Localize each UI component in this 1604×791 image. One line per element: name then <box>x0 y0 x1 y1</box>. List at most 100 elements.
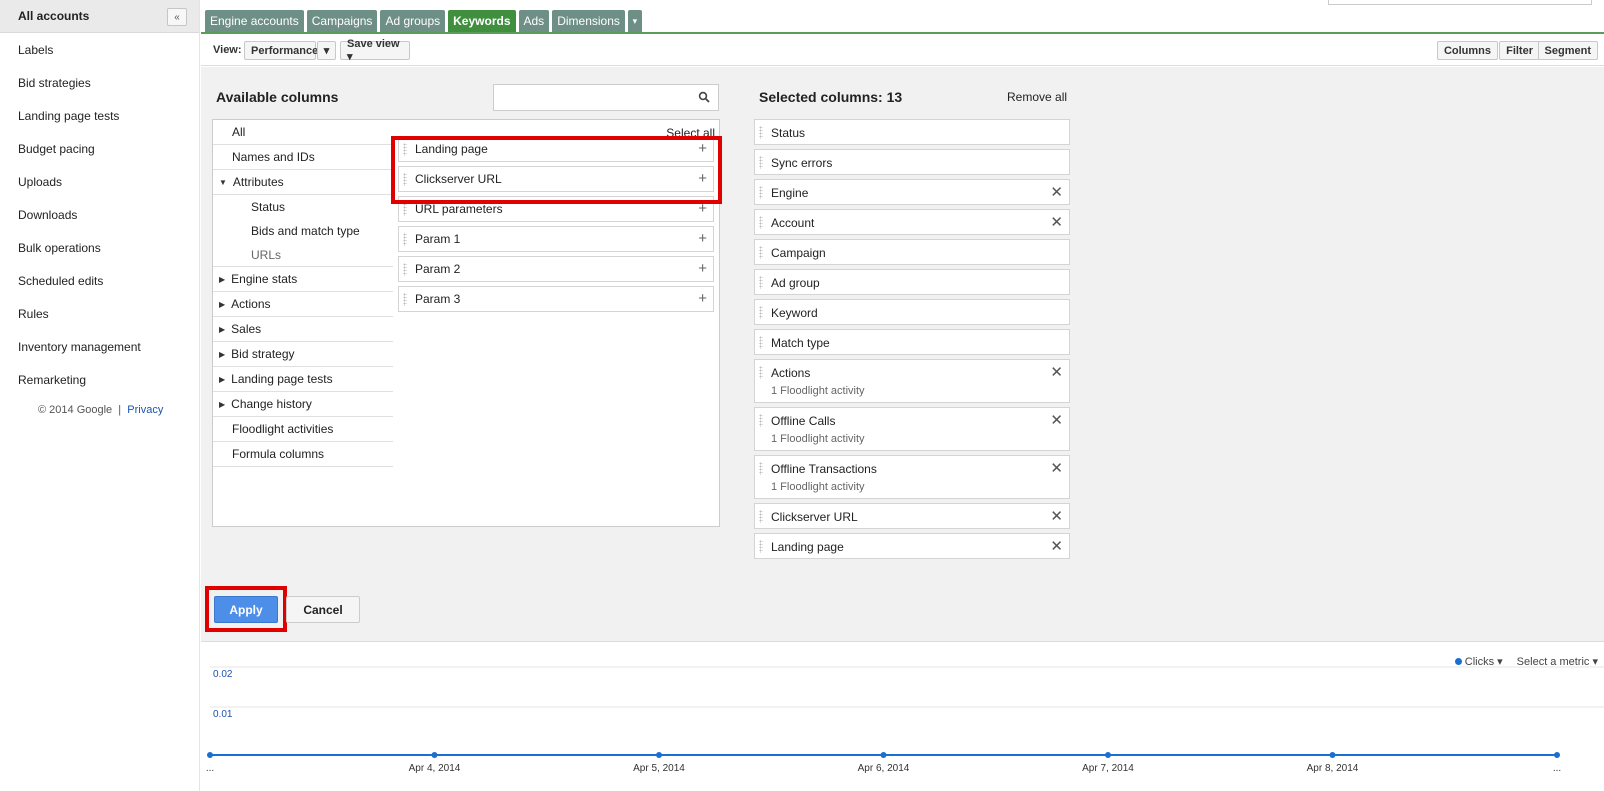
selected-column-campaign[interactable]: Campaign <box>754 239 1070 265</box>
remove-icon[interactable]: ✕ <box>1050 411 1063 429</box>
column-label: Engine <box>771 186 809 200</box>
drag-handle-icon[interactable] <box>759 246 763 259</box>
drag-handle-icon[interactable] <box>759 414 763 427</box>
drag-handle-icon[interactable] <box>759 156 763 169</box>
add-icon[interactable]: + <box>698 230 707 247</box>
remove-icon[interactable]: ✕ <box>1050 183 1063 201</box>
columns-button[interactable]: Columns <box>1436 41 1498 60</box>
drag-handle-icon[interactable] <box>403 203 407 216</box>
available-column-param-3[interactable]: Param 3 + <box>398 286 714 312</box>
sidebar-item-landing-page-tests[interactable]: Landing page tests <box>0 99 199 132</box>
category-bids-and-match-type[interactable]: Bids and match type <box>213 219 393 243</box>
tab-ad-groups[interactable]: Ad groups <box>380 10 446 32</box>
sidebar-item-uploads[interactable]: Uploads <box>0 165 199 198</box>
drag-handle-icon[interactable] <box>759 336 763 349</box>
sidebar-item-labels[interactable]: Labels <box>0 33 199 66</box>
filter-label: Filter <box>1506 44 1533 57</box>
selected-column-status[interactable]: Status <box>754 119 1070 145</box>
tabs-more-dropdown-icon[interactable]: ▾ <box>627 10 642 32</box>
save-view-button[interactable]: Save view ▾ <box>340 38 410 63</box>
category-all[interactable]: All <box>213 120 393 145</box>
x-tick-label: Apr 6, 2014 <box>858 763 910 774</box>
drag-handle-icon[interactable] <box>759 306 763 319</box>
selected-column-engine[interactable]: Engine ✕ <box>754 179 1070 205</box>
add-icon[interactable]: + <box>698 290 707 307</box>
drag-handle-icon[interactable] <box>759 186 763 199</box>
collapsed-arrow-icon: ▶ <box>219 324 226 334</box>
chart-plot: 0.02 0.01... Apr 4, 2014 Apr 5, 2014 Apr 6, … <box>206 666 1604 774</box>
tab-engine-accounts[interactable]: Engine accounts <box>205 10 304 32</box>
selected-column-match-type[interactable]: Match type <box>754 329 1070 355</box>
cancel-button[interactable]: Cancel <box>286 596 360 623</box>
top-search-box[interactable] <box>1328 0 1592 5</box>
category-bid-strategy[interactable]: ▶ Bid strategy <box>213 342 393 367</box>
drag-handle-icon[interactable] <box>759 126 763 139</box>
tab-campaigns[interactable]: Campaigns <box>306 10 378 32</box>
remove-all-link[interactable]: Remove all <box>1007 90 1067 104</box>
drag-handle-icon[interactable] <box>403 293 407 306</box>
remove-icon[interactable]: ✕ <box>1050 507 1063 525</box>
category-change-history[interactable]: ▶ Change history <box>213 392 393 417</box>
segment-button[interactable]: Segment <box>1537 41 1598 60</box>
remove-icon[interactable]: ✕ <box>1050 363 1063 381</box>
tab-ads[interactable]: Ads <box>518 10 550 32</box>
x-tick-label: ... <box>206 763 214 774</box>
selected-column-clickserver-url[interactable]: Clickserver URL ✕ <box>754 503 1070 529</box>
drag-handle-icon[interactable] <box>403 233 407 246</box>
category-attributes[interactable]: ▼ Attributes <box>213 170 393 195</box>
column-search-input[interactable] <box>493 84 719 111</box>
category-sales[interactable]: ▶ Sales <box>213 317 393 342</box>
category-urls[interactable]: URLs <box>213 243 393 267</box>
drag-handle-icon[interactable] <box>759 216 763 229</box>
sidebar-item-remarketing[interactable]: Remarketing <box>0 363 199 396</box>
sidebar-item-bid-strategies[interactable]: Bid strategies <box>0 66 199 99</box>
tab-dimensions[interactable]: Dimensions <box>552 10 625 32</box>
column-label: Keyword <box>771 306 818 320</box>
tab-keywords[interactable]: Keywords <box>448 10 516 32</box>
view-dropdown-button[interactable]: ▾ <box>317 41 336 60</box>
drag-handle-icon[interactable] <box>759 276 763 289</box>
sidebar-item-inventory-management[interactable]: Inventory management <box>0 330 199 363</box>
selected-column-sync-errors[interactable]: Sync errors <box>754 149 1070 175</box>
category-engine-stats[interactable]: ▶ Engine stats <box>213 267 393 292</box>
selected-column-landing-page[interactable]: Landing page ✕ <box>754 533 1070 559</box>
selected-column-offline-transactions[interactable]: Offline Transactions 1 Floodlight activit… <box>754 455 1070 499</box>
drag-handle-icon[interactable] <box>759 366 763 379</box>
selected-column-actions[interactable]: Actions 1 Floodlight activity ✕ <box>754 359 1070 403</box>
category-formula-columns[interactable]: Formula columns <box>213 442 393 467</box>
x-tick-label: ... <box>1553 763 1561 774</box>
selected-column-offline-calls[interactable]: Offline Calls 1 Floodlight activity ✕ <box>754 407 1070 451</box>
selected-column-account[interactable]: Account ✕ <box>754 209 1070 235</box>
available-column-param-1[interactable]: Param 1 + <box>398 226 714 252</box>
sidebar-item-rules[interactable]: Rules <box>0 297 199 330</box>
category-label: Names and IDs <box>232 150 315 164</box>
privacy-link[interactable]: Privacy <box>127 404 163 416</box>
category-names-and-ids[interactable]: Names and IDs <box>213 145 393 170</box>
all-accounts-link[interactable]: All accounts <box>18 9 89 23</box>
sidebar-item-scheduled-edits[interactable]: Scheduled edits <box>0 264 199 297</box>
category-floodlight-activities[interactable]: Floodlight activities <box>213 417 393 442</box>
category-landing-page-tests[interactable]: ▶ Landing page tests <box>213 367 393 392</box>
sidebar-item-downloads[interactable]: Downloads <box>0 198 199 231</box>
remove-icon[interactable]: ✕ <box>1050 459 1063 477</box>
sidebar-item-bulk-operations[interactable]: Bulk operations <box>0 231 199 264</box>
drag-handle-icon[interactable] <box>759 540 763 553</box>
category-actions[interactable]: ▶ Actions <box>213 292 393 317</box>
collapse-sidebar-button[interactable]: « <box>167 8 187 26</box>
selected-column-ad-group[interactable]: Ad group <box>754 269 1070 295</box>
selected-column-keyword[interactable]: Keyword <box>754 299 1070 325</box>
add-icon[interactable]: + <box>698 260 707 277</box>
remove-icon[interactable]: ✕ <box>1050 213 1063 231</box>
category-status[interactable]: Status <box>213 195 393 219</box>
column-sublabel: 1 Floodlight activity <box>771 385 865 397</box>
available-column-param-2[interactable]: Param 2 + <box>398 256 714 282</box>
drag-handle-icon[interactable] <box>403 263 407 276</box>
filter-button[interactable]: Filter <box>1499 41 1540 60</box>
sidebar-header[interactable]: All accounts « <box>0 0 199 33</box>
sidebar-item-budget-pacing[interactable]: Budget pacing <box>0 132 199 165</box>
remove-icon[interactable]: ✕ <box>1050 537 1063 555</box>
drag-handle-icon[interactable] <box>759 462 763 475</box>
view-select[interactable]: Performance <box>244 41 318 60</box>
apply-button[interactable]: Apply <box>214 596 278 623</box>
drag-handle-icon[interactable] <box>759 510 763 523</box>
